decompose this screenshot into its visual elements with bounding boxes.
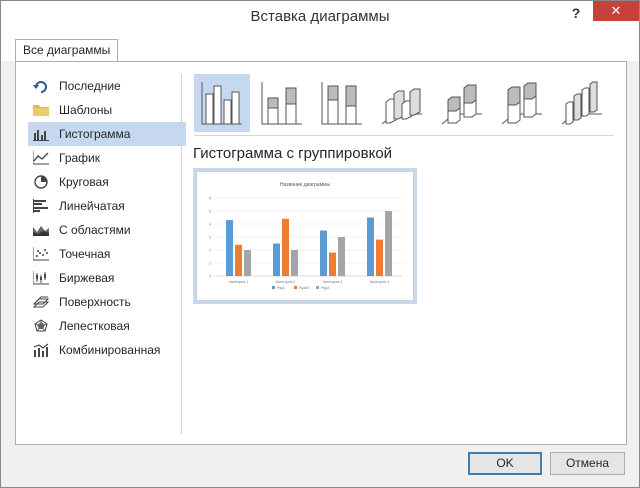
nav-item-label: График	[59, 151, 100, 165]
cancel-button[interactable]: Отмена	[550, 452, 625, 475]
nav-item-label: Гистограмма	[59, 127, 131, 141]
all-charts-panel: Последние Шаблоны Гистограмма График Кру…	[15, 61, 627, 445]
chart-preview-svg: Название диаграммы 0 1 2 3 4 5 6 Категория 1 Кате…	[209, 182, 403, 290]
nav-item-line[interactable]: График	[28, 146, 186, 170]
bar-2-2	[282, 218, 289, 276]
tab-strip: Все диаграммы	[1, 31, 639, 62]
title-bar: Вставка диаграммы ? ✕	[1, 1, 639, 31]
bar-chart-icon	[33, 199, 49, 213]
nav-item-label: Последние	[59, 79, 121, 93]
stacked-column-icon	[261, 82, 302, 125]
folder-icon	[33, 103, 49, 117]
bar-1-2	[273, 243, 280, 276]
combo-chart-icon	[33, 343, 49, 357]
chart-preview-canvas: Название диаграммы 0 1 2 3 4 5 6 Категория 1 Кате…	[196, 171, 414, 301]
column-chart-icon	[33, 127, 49, 141]
bar-3-4	[385, 211, 392, 276]
nav-item-column[interactable]: Гистограмма	[28, 122, 186, 146]
nav-item-pie[interactable]: Круговая	[28, 170, 186, 194]
radar-chart-icon	[33, 319, 49, 333]
bar-2-1	[235, 244, 242, 276]
bar-2-4	[376, 239, 383, 276]
x-tick-label: Категория 4	[370, 280, 389, 284]
nav-item-label: Биржевая	[59, 271, 115, 285]
legend-label: Ryad2	[299, 286, 309, 290]
nav-item-stock[interactable]: Биржевая	[28, 266, 186, 290]
help-button[interactable]: ?	[567, 5, 585, 25]
bar-1-1	[226, 220, 233, 276]
vertical-divider	[181, 74, 182, 434]
100-stacked-column-icon	[321, 82, 362, 125]
nav-item-label: Точечная	[59, 247, 111, 261]
nav-item-label: Поверхность	[59, 295, 131, 309]
legend-swatch	[272, 286, 275, 289]
nav-item-label: Круговая	[59, 175, 109, 189]
nav-item-label: Комбинированная	[59, 343, 161, 357]
legend-label: Ряд1	[277, 286, 285, 290]
nav-item-scatter[interactable]: Точечная	[28, 242, 186, 266]
subtype-3d-column[interactable]	[554, 74, 610, 132]
3d-stacked-column-icon	[441, 84, 482, 125]
nav-item-recent[interactable]: Последние	[28, 74, 186, 98]
scatter-chart-icon	[33, 247, 49, 261]
bar-1-4	[367, 217, 374, 276]
nav-item-label: Лепестковая	[59, 319, 130, 333]
3d-100-stacked-column-icon	[501, 82, 542, 125]
horizontal-divider	[194, 135, 614, 136]
nav-item-area[interactable]: С областями	[28, 218, 186, 242]
bar-2-3	[329, 252, 336, 276]
chart-title: Название диаграммы	[280, 182, 330, 188]
bar-3-1	[244, 250, 251, 276]
recent-icon	[33, 79, 49, 93]
clustered-column-icon	[201, 82, 242, 125]
x-tick-label: Категория 3	[323, 280, 342, 284]
chart-type-list: Последние Шаблоны Гистограмма График Кру…	[28, 74, 186, 362]
y-tick-label: 4	[209, 223, 211, 227]
insert-chart-dialog: Вставка диаграммы ? ✕ Все диаграммы Посл…	[0, 0, 640, 488]
area-chart-icon	[33, 223, 49, 237]
x-tick-label: Категория 1	[229, 280, 248, 284]
3d-clustered-column-icon	[381, 88, 422, 125]
y-tick-label: 5	[209, 210, 211, 214]
y-tick-label: 3	[209, 236, 211, 240]
subtype-3d-clustered-column[interactable]	[374, 74, 430, 132]
nav-item-bar[interactable]: Линейчатая	[28, 194, 186, 218]
bar-3-2	[291, 250, 298, 276]
legend-label: Ряд3	[321, 286, 329, 290]
nav-item-label: Линейчатая	[59, 199, 125, 213]
stock-chart-icon	[33, 271, 49, 285]
subtype-clustered-column[interactable]	[194, 74, 250, 132]
tab-all-charts[interactable]: Все диаграммы	[15, 39, 119, 62]
nav-item-label: Шаблоны	[59, 103, 113, 117]
subtype-title: Гистограмма с группировкой	[193, 145, 393, 162]
dialog-title: Вставка диаграммы	[250, 8, 390, 25]
subtype-stacked-column[interactable]	[254, 74, 310, 132]
chart-preview[interactable]: Название диаграммы 0 1 2 3 4 5 6 Категория 1 Кате…	[193, 168, 417, 304]
subtype-3d-stacked-column[interactable]	[434, 74, 490, 132]
y-tick-label: 2	[209, 249, 211, 253]
subtype-100-stacked-column[interactable]	[314, 74, 370, 132]
bar-1-3	[320, 230, 327, 276]
y-tick-label: 6	[209, 197, 211, 201]
3d-column-icon	[561, 81, 602, 125]
nav-item-templates[interactable]: Шаблоны	[28, 98, 186, 122]
legend-swatch	[316, 286, 319, 289]
surface-chart-icon	[33, 295, 49, 309]
pie-chart-icon	[33, 175, 49, 189]
subtype-gallery	[194, 74, 614, 132]
line-chart-icon	[33, 151, 49, 165]
bar-3-3	[338, 237, 345, 276]
y-tick-label: 0	[209, 275, 211, 279]
nav-item-surface[interactable]: Поверхность	[28, 290, 186, 314]
ok-button[interactable]: OK	[468, 452, 542, 475]
close-button[interactable]: ✕	[593, 1, 639, 21]
subtype-3d-100-stacked-column[interactable]	[494, 74, 550, 132]
legend-swatch	[294, 286, 297, 289]
x-tick-label: Категория 2	[276, 280, 295, 284]
nav-item-label: С областями	[59, 223, 131, 237]
nav-item-radar[interactable]: Лепестковая	[28, 314, 186, 338]
y-tick-label: 1	[209, 262, 211, 266]
nav-item-combo[interactable]: Комбинированная	[28, 338, 186, 362]
